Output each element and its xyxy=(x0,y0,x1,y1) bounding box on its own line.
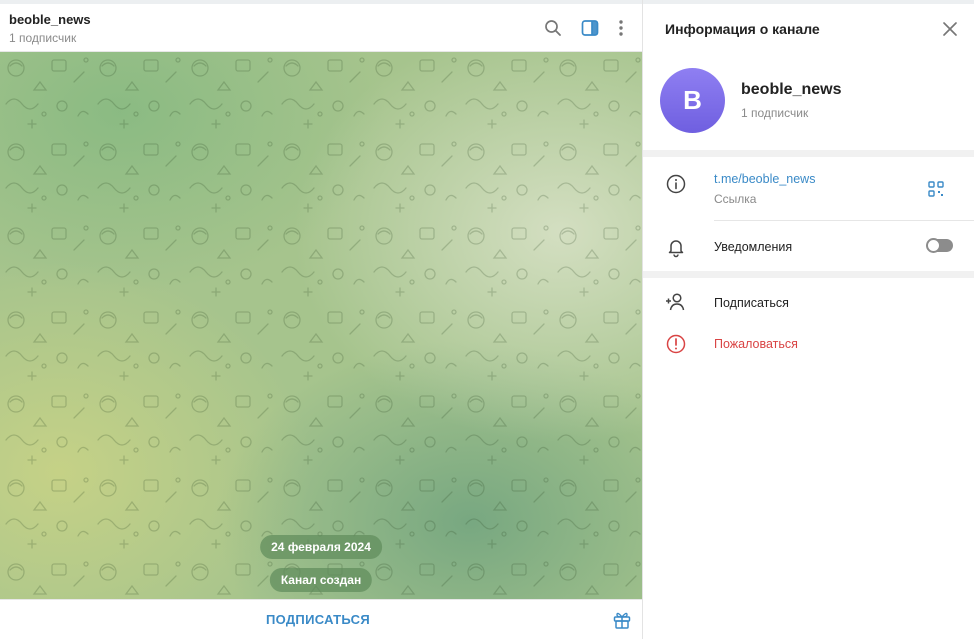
section-separator xyxy=(643,150,974,157)
add-user-icon xyxy=(666,293,685,311)
row-divider xyxy=(714,220,974,221)
info-icon xyxy=(666,174,686,194)
chat-header[interactable]: beoble_news 1 подписчик xyxy=(0,4,642,52)
search-icon[interactable] xyxy=(543,18,563,38)
channel-info-panel: Информация о канале B beoble_news 1 подп… xyxy=(643,4,974,639)
channel-link[interactable]: t.me/beoble_news xyxy=(714,172,815,186)
report-action[interactable]: Пожаловаться xyxy=(714,337,798,351)
channel-subscriber-count: 1 подписчик xyxy=(741,106,809,120)
wallpaper-pattern xyxy=(0,52,642,599)
more-vertical-icon[interactable] xyxy=(611,18,631,38)
subscribe-button[interactable]: ПОДПИСАТЬСЯ xyxy=(0,600,636,640)
bell-icon xyxy=(668,240,684,258)
toggle-knob xyxy=(926,238,941,253)
channel-name: beoble_news xyxy=(741,81,842,98)
channel-link-caption: Ссылка xyxy=(714,192,757,206)
service-message: Канал создан xyxy=(269,568,373,592)
gift-icon[interactable] xyxy=(612,610,632,630)
chat-area: beoble_news 1 подписчик 24 февраля 2024 … xyxy=(0,4,642,639)
chat-title[interactable]: beoble_news xyxy=(9,12,91,27)
notifications-toggle[interactable] xyxy=(926,238,953,253)
sidebar-toggle-icon[interactable] xyxy=(580,18,600,38)
close-icon[interactable] xyxy=(941,20,959,38)
chat-footer: ПОДПИСАТЬСЯ xyxy=(0,599,642,639)
section-separator xyxy=(643,271,974,278)
date-separator: 24 февраля 2024 xyxy=(260,535,382,559)
chat-wallpaper: 24 февраля 2024 Канал создан xyxy=(0,52,642,599)
chat-subscriber-count: 1 подписчик xyxy=(9,31,77,45)
avatar[interactable]: B xyxy=(660,68,725,133)
panel-title: Информация о канале xyxy=(665,21,820,37)
notifications-label: Уведомления xyxy=(714,240,793,254)
subscribe-action[interactable]: Подписаться xyxy=(714,296,789,310)
report-icon xyxy=(666,334,686,354)
qr-code-icon[interactable] xyxy=(928,181,944,197)
